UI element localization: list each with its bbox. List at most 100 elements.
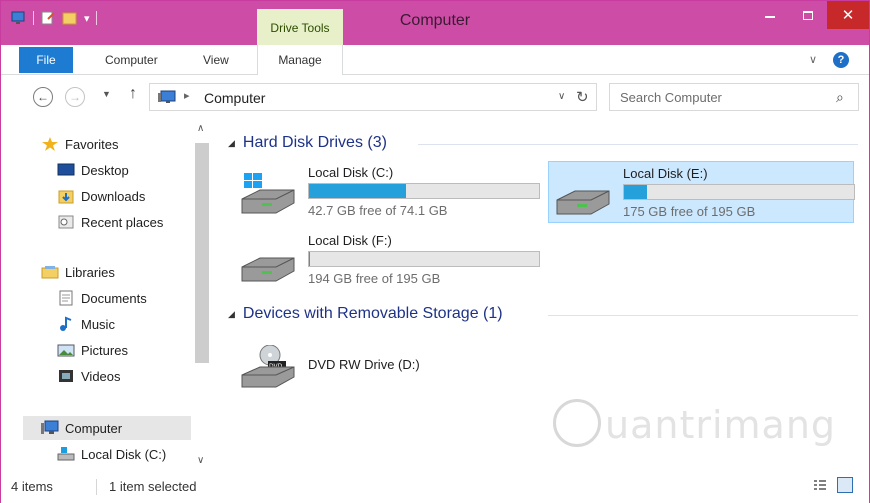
sidebar-item-downloads[interactable]: Downloads [57, 185, 145, 207]
recent-locations-icon[interactable]: ▼ [102, 89, 111, 99]
sidebar-item-recent-places[interactable]: Recent places [57, 211, 163, 233]
status-divider [96, 479, 97, 495]
sidebar-item-videos[interactable]: Videos [57, 365, 121, 387]
scroll-down-icon[interactable]: ∨ [197, 455, 204, 466]
sidebar-item-music[interactable]: Music [57, 313, 115, 335]
group-header-hard-disk-drives[interactable]: ◢ Hard Disk Drives (3) [228, 131, 387, 155]
expand-ribbon-icon[interactable]: ∨ [809, 53, 817, 66]
minimize-button[interactable] [751, 1, 789, 29]
arrow-right-icon: → [69, 90, 81, 104]
close-icon: ✕ [841, 7, 855, 24]
sidebar-item-label: Pictures [81, 342, 128, 358]
drive-name: Local Disk (E:) [623, 166, 708, 181]
explorer-window: ▾ Drive Tools Computer ✕ File Computer V… [0, 0, 870, 503]
sidebar-item-documents[interactable]: Documents [57, 287, 147, 309]
drive-usage-bar [308, 251, 540, 267]
hard-disk-icon [555, 174, 611, 215]
group-header-removable-storage[interactable]: ◢ Devices with Removable Storage (1) [228, 302, 503, 326]
search-icon[interactable]: ⌕ [836, 89, 844, 106]
pictures-icon [57, 342, 75, 358]
group-title: Devices with Removable Storage (1) [242, 305, 503, 322]
sidebar-item-label: Local Disk (C:) [81, 446, 167, 462]
documents-icon [57, 290, 75, 306]
computer-icon [158, 90, 178, 104]
drive-item-c[interactable]: Local Disk (C:) 42.7 GB free of 74.1 GB [234, 161, 544, 223]
watermark-text: uantrimang [605, 403, 837, 447]
videos-icon [57, 368, 75, 384]
hard-disk-icon [57, 446, 75, 462]
back-button[interactable]: ← [33, 87, 53, 107]
address-dropdown-icon[interactable]: ∨ [558, 91, 565, 102]
drive-name: Local Disk (F:) [308, 233, 392, 248]
forward-button[interactable]: → [65, 87, 85, 107]
window-title: Computer [399, 12, 471, 29]
drive-name: DVD RW Drive (D:) [308, 357, 420, 372]
status-selection: 1 item selected [109, 479, 197, 494]
watermark-logo: uantrimang [549, 395, 849, 451]
scroll-up-icon[interactable]: ∧ [197, 123, 204, 134]
scroll-thumb[interactable] [195, 143, 209, 363]
sidebar-item-desktop[interactable]: Desktop [57, 159, 129, 181]
drive-usage-bar [308, 183, 540, 199]
tab-computer[interactable]: Computer [105, 45, 158, 75]
navigation-pane: Favorites Desktop Downloads Recent place… [1, 119, 214, 471]
ribbon-tabs: File Computer View Manage ∨ ? [1, 45, 869, 75]
minimize-icon [765, 16, 775, 18]
drive-free-space: 194 GB free of 195 GB [308, 271, 441, 286]
drive-usage-fill [309, 252, 311, 266]
watermark-bulb-icon [553, 399, 601, 447]
group-title: Hard Disk Drives (3) [242, 134, 387, 151]
navigation-bar: ← → ▼ ↑ ▸ Computer ∨ ↻ Search Computer ⌕ [1, 75, 869, 119]
windows-hard-disk-icon [240, 173, 296, 214]
address-bar[interactable]: ▸ Computer ∨ ↻ [149, 83, 597, 111]
group-divider [418, 144, 858, 145]
status-bar: 4 items 1 item selected [1, 471, 869, 503]
sidebar-item-label: Downloads [81, 188, 146, 204]
status-item-count: 4 items [11, 479, 53, 494]
sidebar-scrollbar[interactable]: ∧ ∨ [193, 123, 211, 469]
drive-usage-fill [624, 185, 647, 199]
sidebar-item-label: Music [81, 316, 115, 332]
tab-manage[interactable]: Manage [257, 45, 343, 75]
sidebar-item-computer[interactable]: Computer [41, 417, 122, 439]
breadcrumb-computer[interactable]: Computer [204, 90, 265, 106]
content-pane: ◢ Hard Disk Drives (3) Local Disk (C:) 4… [214, 119, 869, 471]
group-divider [548, 315, 858, 316]
help-icon[interactable]: ? [833, 52, 849, 68]
collapse-triangle-icon[interactable]: ◢ [228, 138, 235, 149]
search-box[interactable]: Search Computer ⌕ [609, 83, 859, 111]
drive-usage-bar [623, 184, 855, 200]
sidebar-item-label: Desktop [81, 162, 129, 178]
maximize-icon [803, 10, 813, 20]
sidebar-item-local-disk-c[interactable]: Local Disk (C:) [57, 443, 166, 465]
arrow-left-icon: ← [37, 90, 49, 104]
large-icons-view-icon[interactable] [837, 477, 853, 493]
recent-places-icon [57, 214, 75, 230]
tab-view[interactable]: View [203, 45, 229, 75]
drive-name: Local Disk (C:) [308, 165, 394, 180]
sidebar-item-label: Computer [65, 420, 123, 436]
close-button[interactable]: ✕ [827, 1, 869, 29]
collapse-triangle-icon[interactable]: ◢ [228, 309, 235, 320]
libraries-icon [41, 264, 59, 280]
drive-item-e[interactable]: Local Disk (E:) 175 GB free of 195 GB [548, 161, 855, 223]
search-placeholder: Search Computer [620, 90, 722, 105]
maximize-button[interactable] [789, 1, 827, 29]
drive-item-f[interactable]: Local Disk (F:) 194 GB free of 195 GB [234, 229, 544, 291]
up-button[interactable]: ↑ [129, 85, 137, 103]
computer-icon [41, 420, 59, 436]
refresh-icon[interactable]: ↻ [576, 88, 589, 106]
sidebar-item-label: Libraries [65, 264, 115, 280]
sidebar-item-pictures[interactable]: Pictures [57, 339, 128, 361]
dvd-drive-icon: DVD [240, 344, 296, 388]
music-icon [57, 316, 75, 332]
drive-item-dvd[interactable]: DVD DVD RW Drive (D:) [234, 333, 544, 395]
sidebar-item-libraries[interactable]: Libraries [41, 261, 115, 283]
sidebar-item-label: Videos [81, 368, 121, 384]
drive-usage-fill [309, 184, 406, 198]
sidebar-item-favorites[interactable]: Favorites [41, 133, 118, 155]
star-icon [41, 136, 59, 152]
breadcrumb-chevron-icon[interactable]: ▸ [184, 89, 190, 102]
tab-file[interactable]: File [19, 47, 73, 73]
details-view-icon[interactable] [813, 479, 827, 493]
